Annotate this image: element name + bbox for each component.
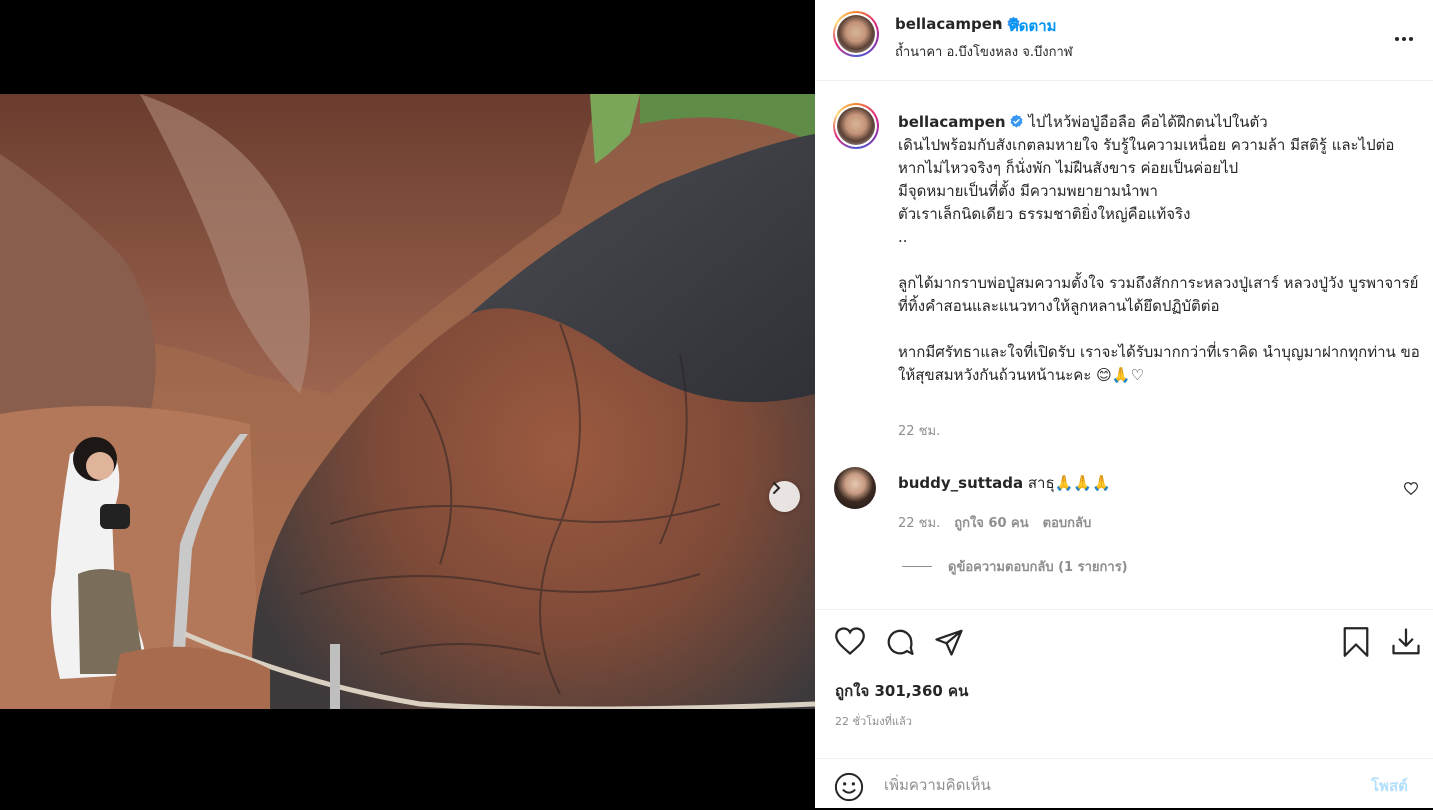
comment-meta: 22 ชม. ถูกใจ 60 คน ตอบกลับ bbox=[898, 512, 1091, 533]
smiley-icon bbox=[834, 772, 864, 802]
like-button[interactable] bbox=[835, 627, 865, 659]
comment-bubble-icon bbox=[887, 629, 914, 655]
view-replies-label: ดูข้อความตอบกลับ (1 รายการ) bbox=[948, 560, 1128, 575]
avatar-image bbox=[837, 15, 875, 53]
comment-avatar[interactable] bbox=[834, 467, 876, 509]
caption-text: ไปไหว้พ่อปู่อือลือ คือได้ฝึกตนไปในตัว เด… bbox=[898, 113, 1420, 384]
heart-icon bbox=[835, 627, 865, 655]
more-options-button[interactable] bbox=[1395, 26, 1413, 47]
comments-section: bellacampen ไปไหว้พ่อปู่อือลือ คือได้ฝึก… bbox=[815, 82, 1433, 609]
verified-badge-icon bbox=[1010, 114, 1023, 128]
avatar[interactable] bbox=[833, 11, 879, 57]
carousel-next-button[interactable] bbox=[769, 481, 800, 512]
replies-divider bbox=[902, 566, 932, 567]
comment: buddy_suttada สาธุ🙏🙏🙏 bbox=[898, 471, 1111, 495]
post-details-panel: bellacampen • ติดตาม ถ้ำนาคา อ.บึงโขงหลง… bbox=[815, 0, 1433, 808]
avatar-image bbox=[837, 107, 875, 145]
caption-avatar[interactable] bbox=[833, 103, 879, 149]
paper-plane-icon bbox=[935, 629, 963, 656]
separator-dot: • bbox=[994, 14, 1003, 32]
post-media-area bbox=[0, 0, 815, 808]
post-header: bellacampen • ติดตาม ถ้ำนาคา อ.บึงโขงหลง… bbox=[815, 0, 1433, 81]
cave-rock-photo bbox=[0, 94, 815, 709]
comment-like-button[interactable] bbox=[1403, 480, 1419, 499]
follow-button[interactable]: ติดตาม bbox=[1009, 14, 1057, 38]
location-link[interactable]: ถ้ำนาคา อ.บึงโขงหลง จ.บึงกาฬ bbox=[895, 41, 1073, 62]
chevron-right-icon bbox=[773, 482, 781, 494]
caption-time[interactable]: 22 ชม. bbox=[898, 420, 940, 441]
download-button[interactable] bbox=[1391, 627, 1421, 661]
comment-button[interactable] bbox=[885, 627, 915, 661]
comment-input[interactable] bbox=[884, 774, 1354, 796]
heart-icon bbox=[1403, 482, 1419, 496]
post-photo[interactable] bbox=[0, 94, 815, 709]
post-time[interactable]: 22 ชั่วโมงที่แล้ว bbox=[835, 712, 912, 730]
caption: bellacampen ไปไหว้พ่อปู่อือลือ คือได้ฝึก… bbox=[898, 111, 1420, 387]
comment-username[interactable]: buddy_suttada bbox=[898, 474, 1023, 492]
post-actions: ถูกใจ 301,360 คน 22 ชั่วโมงที่แล้ว โพสต์ bbox=[815, 609, 1433, 809]
download-icon bbox=[1392, 628, 1420, 655]
comment-text: สาธุ🙏🙏🙏 bbox=[1027, 474, 1111, 492]
view-replies-button[interactable]: ดูข้อความตอบกลับ (1 รายการ) bbox=[902, 556, 1128, 577]
comment-time[interactable]: 22 ชม. bbox=[898, 512, 940, 533]
more-dots-icon bbox=[1395, 37, 1413, 41]
likes-count[interactable]: ถูกใจ 301,360 คน bbox=[835, 679, 968, 703]
comment-likes[interactable]: ถูกใจ 60 คน bbox=[954, 512, 1028, 533]
save-button[interactable] bbox=[1342, 627, 1370, 661]
post-comment-button[interactable]: โพสต์ bbox=[1371, 774, 1408, 798]
header-username[interactable]: bellacampen bbox=[895, 15, 1003, 33]
share-button[interactable] bbox=[934, 627, 964, 661]
caption-username[interactable]: bellacampen bbox=[898, 113, 1006, 131]
add-comment-bar: โพสต์ bbox=[815, 758, 1433, 810]
comment-reply-button[interactable]: ตอบกลับ bbox=[1043, 512, 1092, 533]
emoji-button[interactable] bbox=[834, 772, 864, 806]
bookmark-icon bbox=[1343, 627, 1369, 657]
